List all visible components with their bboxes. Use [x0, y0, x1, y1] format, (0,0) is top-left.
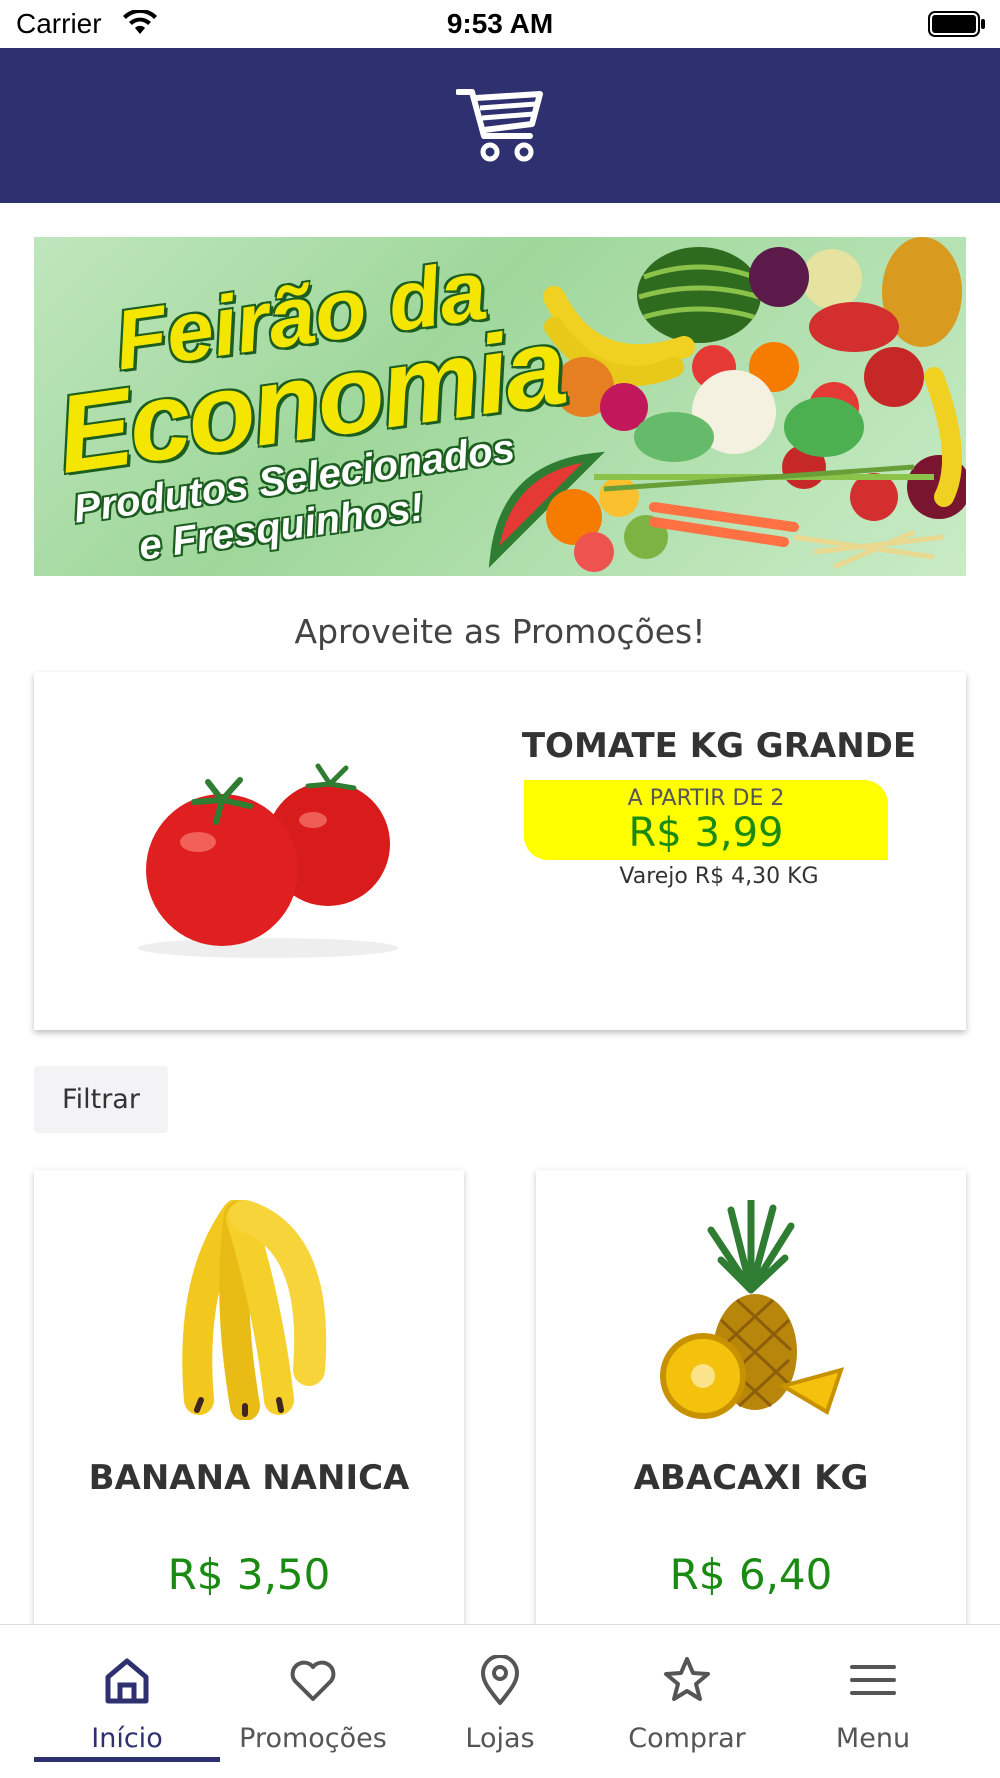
nav-item-menu[interactable]: Menu — [780, 1625, 966, 1755]
location-pin-icon — [481, 1655, 519, 1705]
hamburger-menu-icon — [850, 1665, 896, 1695]
pineapple-image — [660, 1200, 845, 1419]
nav-label: Comprar — [628, 1723, 746, 1754]
product-price: R$ 6,40 — [669, 1550, 833, 1599]
product-name: BANANA NANICA — [88, 1458, 410, 1498]
tomato-image — [138, 763, 398, 958]
product-price: R$ 3,50 — [167, 1550, 331, 1599]
nav-item-inicio[interactable]: Início — [34, 1625, 220, 1755]
promo-heading: Aproveite as Promoções! — [294, 612, 706, 651]
price-prefix: A PARTIR DE 2 — [627, 786, 785, 811]
app-header — [0, 48, 1000, 203]
featured-product-card[interactable]: TOMATE KG GRANDE A PARTIR DE 2 R$ 3,99 V… — [34, 672, 966, 1030]
status-time: 9:53 AM — [446, 8, 554, 39]
battery-icon — [928, 11, 985, 37]
nav-label: Início — [91, 1723, 163, 1754]
nav-label: Menu — [835, 1723, 911, 1754]
shopping-cart-icon — [456, 89, 543, 162]
product-card[interactable]: ABACAXI KG R$ 6,40 — [536, 1170, 966, 1640]
nav-label: Promoções — [239, 1723, 387, 1754]
star-icon — [664, 1657, 710, 1701]
price-highlight: A PARTIR DE 2 R$ 3,99 — [524, 780, 888, 860]
active-tab-indicator — [34, 1757, 220, 1762]
bottom-navigation: Início Promoções Lojas Comprar Menu — [0, 1624, 1000, 1778]
featured-price: R$ 3,99 — [628, 810, 784, 856]
nav-item-promocoes[interactable]: Promoções — [220, 1625, 406, 1755]
nav-label: Lojas — [465, 1723, 535, 1754]
heart-icon — [290, 1660, 336, 1701]
banana-image — [182, 1200, 327, 1420]
featured-product-name: TOMATE KG GRANDE — [521, 726, 917, 766]
nav-item-comprar[interactable]: Comprar — [594, 1625, 780, 1755]
status-bar: Carrier 9:53 AM — [0, 0, 1000, 48]
home-icon — [105, 1658, 149, 1704]
nav-item-lojas[interactable]: Lojas — [407, 1625, 593, 1755]
product-card[interactable]: BANANA NANICA R$ 3,50 — [34, 1170, 464, 1640]
product-name: ABACAXI KG — [633, 1458, 869, 1498]
retail-price: Varejo R$ 4,30 KG — [619, 864, 819, 889]
filter-button[interactable]: Filtrar — [34, 1066, 168, 1133]
promo-banner[interactable]: Feirão da Economia Produtos Selecionados… — [34, 237, 966, 576]
